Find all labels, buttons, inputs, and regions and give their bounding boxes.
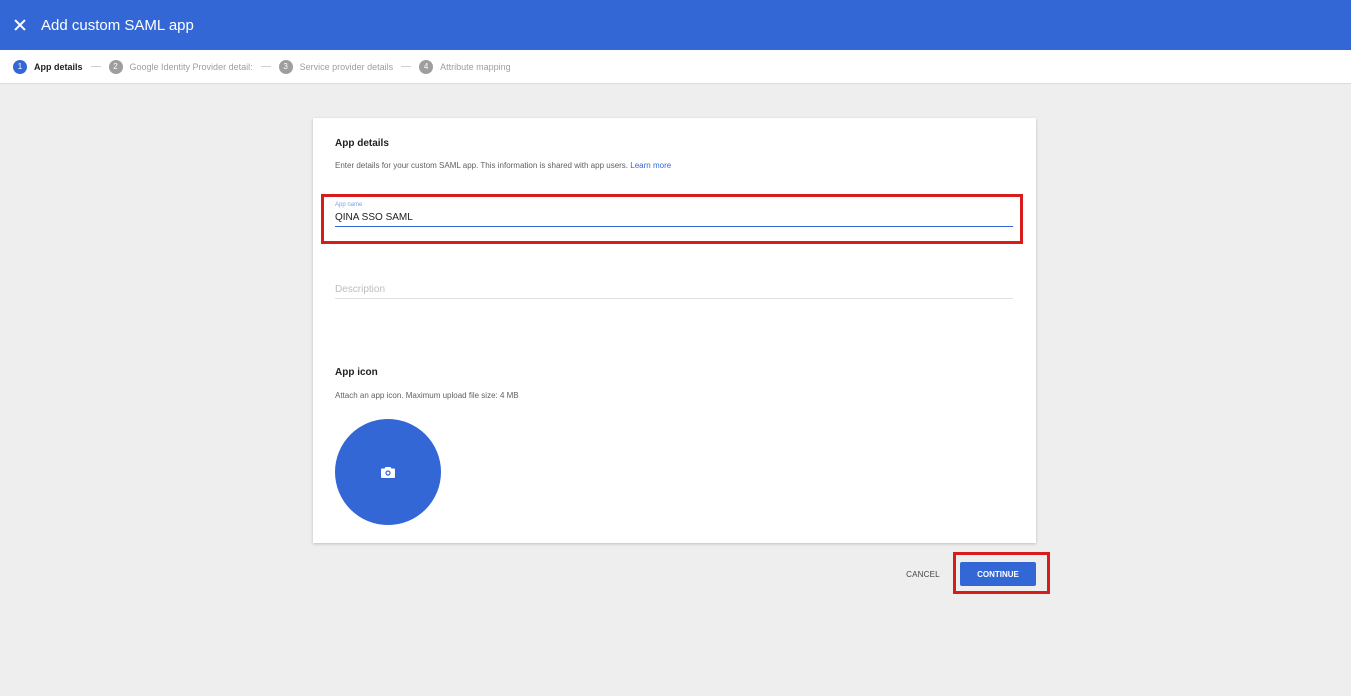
cancel-button[interactable]: CANCEL xyxy=(898,565,948,583)
camera-icon xyxy=(381,467,395,478)
step-label: App details xyxy=(34,61,83,72)
stepper: 1 App details 2 Google Identity Provider… xyxy=(0,50,1351,84)
description-underline xyxy=(335,298,1013,299)
app-details-card: App details Enter details for your custo… xyxy=(313,118,1036,543)
page-title: Add custom SAML app xyxy=(41,16,194,34)
top-app-bar: Add custom SAML app xyxy=(0,0,1351,50)
app-details-description-text: Enter details for your custom SAML app. … xyxy=(335,161,629,170)
step-separator xyxy=(401,66,412,67)
close-icon[interactable] xyxy=(12,17,28,33)
step-number: 1 xyxy=(13,59,27,74)
step-number: 3 xyxy=(278,59,293,74)
step-service-provider-details[interactable]: 3 Service provider details xyxy=(278,59,394,74)
app-icon-description: Attach an app icon. Maximum upload file … xyxy=(335,391,519,400)
app-name-highlight xyxy=(321,194,1023,244)
step-label: Service provider details xyxy=(299,61,394,72)
step-number: 2 xyxy=(108,59,123,74)
app-details-description: Enter details for your custom SAML app. … xyxy=(335,161,671,170)
step-label: Google Identity Provider detail: xyxy=(129,61,253,72)
app-icon-upload-button[interactable] xyxy=(335,419,441,525)
step-attribute-mapping[interactable]: 4 Attribute mapping xyxy=(419,59,511,74)
step-google-idp-details[interactable]: 2 Google Identity Provider detail: xyxy=(108,59,253,74)
step-number: 4 xyxy=(419,59,434,74)
continue-highlight xyxy=(953,552,1050,594)
app-details-heading: App details xyxy=(335,138,389,149)
learn-more-link[interactable]: Learn more xyxy=(630,161,671,170)
step-separator xyxy=(90,66,101,67)
description-input[interactable]: Description xyxy=(335,284,1013,295)
description-field[interactable]: Description xyxy=(335,284,1013,299)
step-separator xyxy=(260,66,271,67)
app-icon-heading: App icon xyxy=(335,367,378,378)
step-app-details[interactable]: 1 App details xyxy=(13,59,83,74)
step-label: Attribute mapping xyxy=(440,61,511,72)
